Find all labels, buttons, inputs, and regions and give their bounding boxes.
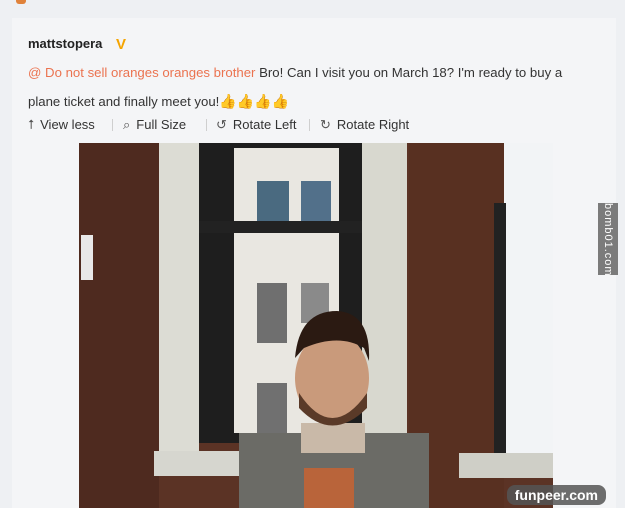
avatar — [16, 0, 26, 4]
rotate-left-icon: ↺ — [216, 117, 227, 132]
view-less-label: View less — [40, 117, 95, 132]
rotate-right-button[interactable]: ↻ Rotate Right — [320, 117, 409, 133]
rotate-right-icon: ↻ — [320, 117, 331, 132]
divider — [206, 119, 207, 131]
rotate-left-button[interactable]: ↺ Rotate Left — [216, 117, 297, 133]
full-size-label: Full Size — [136, 117, 187, 132]
thumbs-up-icon: 👍 — [271, 93, 290, 109]
divider — [112, 119, 113, 131]
verified-badge-icon: V — [116, 36, 127, 53]
arrow-up-icon: ⭡ — [28, 117, 35, 132]
rotate-right-label: Rotate Right — [336, 117, 410, 132]
side-watermark: bomb01.com — [598, 203, 618, 277]
rotate-left-label: Rotate Left — [232, 117, 297, 132]
top-strip — [0, 0, 625, 18]
post-text: @ Do not sell oranges oranges brother Br… — [28, 58, 598, 116]
post-photo[interactable] — [79, 143, 553, 508]
username-link[interactable]: mattstopera — [28, 36, 102, 51]
thumbs-up-icon: 👍 — [254, 93, 272, 109]
divider — [309, 119, 310, 131]
full-size-button[interactable]: ⌕ Full Size — [123, 117, 186, 133]
thumbs-up-icon: 👍 — [236, 93, 255, 109]
card-caret — [43, 28, 59, 36]
photo-illustration — [79, 143, 553, 508]
search-icon: ⌕ — [123, 117, 131, 132]
thumbs-up-icon: 👍 — [219, 93, 237, 109]
bottom-watermark: funpeer.com — [506, 485, 606, 505]
mention-link[interactable]: @ Do not sell oranges oranges brother — [28, 65, 255, 80]
view-less-button[interactable]: ⭡ View less — [28, 117, 95, 133]
weibo-post-card: mattstopera V @ Do not sell oranges oran… — [12, 18, 616, 508]
